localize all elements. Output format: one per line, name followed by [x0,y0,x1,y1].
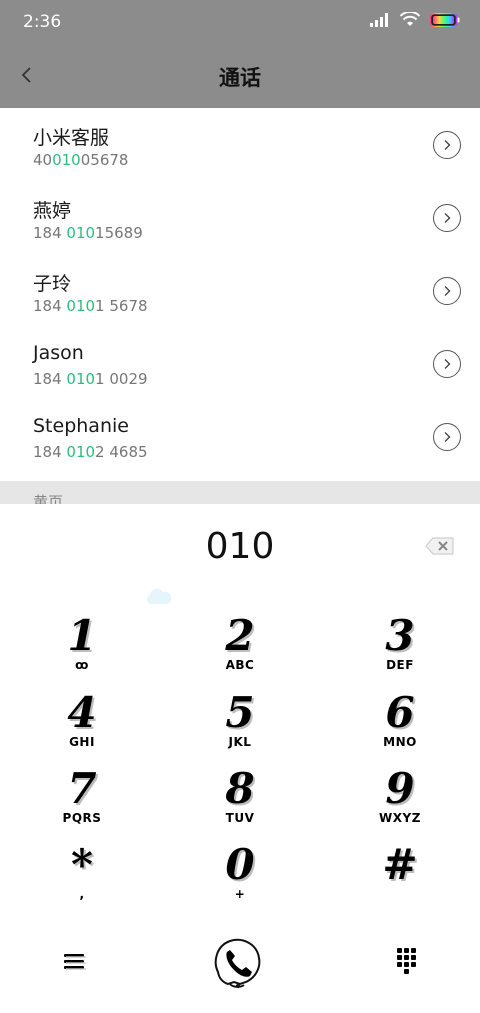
contact-item[interactable]: Stephanie 184 0102 4685 [0,400,480,473]
key-star[interactable]: * , [12,843,152,915]
key-9[interactable]: 9 WXYZ [330,767,470,839]
wifi-icon [400,12,420,26]
key-letters: MNO [383,735,417,749]
contact-item[interactable]: 小米客服 4001005678 [0,108,480,181]
key-1[interactable]: 1 ꝏ [12,614,152,686]
key-digit: 5 [225,688,255,737]
call-button[interactable] [210,934,266,990]
phone-icon [214,939,261,988]
section-label: 黄页 [33,493,64,504]
dialpad: 010 1 ꝏ 2 ABC 3 DEF 4 GHI 5 JKL 6 MNO 7 … [0,504,480,1013]
contact-number: 184 0102 4685 [33,443,148,461]
number-prefix: 184 [33,370,67,388]
signal-icon [370,12,388,27]
contact-detail-button[interactable] [433,277,461,305]
contact-name: 燕婷 [33,200,72,222]
contact-number: 184 0101 0029 [33,370,148,388]
chevron-right-icon [444,359,451,369]
chevron-right-icon [444,140,451,150]
key-digit: 2 [225,611,255,660]
number-suffix: 05678 [80,151,129,169]
keypad-icon [397,948,416,974]
key-6[interactable]: 6 MNO [330,691,470,763]
number-match: 010 [66,297,96,315]
key-letters: + [234,887,246,901]
key-letters: WXYZ [379,811,421,825]
key-letters: GHI [69,735,95,749]
contact-name: Stephanie [33,415,129,437]
chevron-right-icon [444,213,451,223]
key-7[interactable]: 7 PQRS [12,767,152,839]
contact-detail-button[interactable] [433,350,461,378]
page-title: 通话 [219,66,261,90]
nav-bar: 通话 [0,44,480,108]
status-icons [370,12,460,27]
key-digit: 3 [385,611,415,660]
key-digit: 1 [67,611,97,660]
number-match: 010 [66,370,96,388]
key-digit: # [382,840,418,889]
cloud-icon [144,586,172,606]
backspace-button[interactable] [424,534,456,558]
contact-item[interactable]: 燕婷 184 01015689 [0,181,480,254]
backspace-icon [425,537,454,555]
contact-detail-button[interactable] [433,204,461,232]
contact-name: 子玲 [33,273,72,295]
contact-detail-button[interactable] [433,131,461,159]
section-header: 黄页 [0,481,480,504]
contact-name: 小米客服 [33,127,110,149]
header: 2:36 通话 [0,0,480,108]
key-letters: ABC [225,658,255,672]
chevron-right-icon [444,286,451,296]
number-prefix: 40 [33,151,53,169]
status-time: 2:36 [23,12,62,32]
number-match: 010 [66,443,96,461]
key-letters: JKL [228,735,252,749]
key-3[interactable]: 3 DEF [330,614,470,686]
key-letters: PQRS [62,811,102,825]
key-8[interactable]: 8 TUV [170,767,310,839]
keypad-toggle-button[interactable] [393,944,421,976]
dialpad-bottom-bar [0,934,480,1013]
number-prefix: 184 [33,297,67,315]
number-match: 010 [66,224,96,242]
contact-number: 184 0101 5678 [33,297,148,315]
key-5[interactable]: 5 JKL [170,691,310,763]
number-suffix: 1 5678 [95,297,148,315]
key-digit: 4 [67,688,97,737]
number-suffix: 2 4685 [95,443,148,461]
contact-number: 4001005678 [33,151,128,169]
key-hash[interactable]: # [330,843,470,915]
contact-number: 184 01015689 [33,224,143,242]
number-suffix: 15689 [95,224,143,242]
battery-icon [430,12,460,27]
key-digit: 8 [225,764,255,813]
contact-item[interactable]: 子玲 184 0101 5678 [0,254,480,327]
key-digit: 9 [385,764,415,813]
key-2[interactable]: 2 ABC [170,614,310,686]
menu-button[interactable] [60,947,88,975]
key-letters: , [79,887,85,901]
number-prefix: 184 [33,224,67,242]
contact-item[interactable]: Jason 184 0101 0029 [0,327,480,400]
menu-icon [64,954,86,970]
number-prefix: 184 [33,443,67,461]
key-digit: 0 [225,840,255,889]
key-digit: 7 [67,764,97,813]
number-suffix: 1 0029 [95,370,148,388]
number-match: 010 [52,151,81,169]
status-bar: 2:36 [0,0,480,44]
contact-list: 小米客服 4001005678 燕婷 184 01015689 子玲 184 0… [0,108,480,473]
key-digit: * [71,840,93,889]
chevron-right-icon [444,432,451,442]
voicemail-icon: ꝏ [75,658,89,672]
dial-input[interactable]: 010 [0,526,480,567]
key-letters: TUV [225,811,255,825]
key-4[interactable]: 4 GHI [12,691,152,763]
key-digit: 6 [385,688,415,737]
contact-name: Jason [33,342,84,364]
key-letters: DEF [386,658,414,672]
key-0[interactable]: 0 + [170,843,310,915]
contact-detail-button[interactable] [433,423,461,451]
